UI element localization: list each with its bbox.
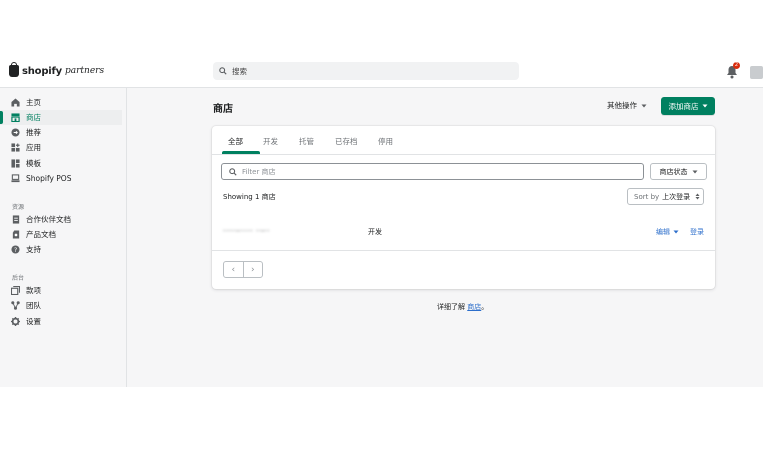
themes-icon — [10, 158, 21, 169]
learn-suffix: 。 — [481, 303, 489, 311]
store-type: 开发 — [368, 228, 382, 236]
gear-icon — [10, 316, 21, 327]
apps-icon — [10, 142, 21, 153]
caret-down-icon — [641, 104, 647, 107]
avatar[interactable] — [750, 66, 763, 79]
sidebar-item-payouts[interactable]: 款项 — [0, 283, 122, 298]
home-icon — [10, 97, 21, 108]
sidebar-item-label: 设置 — [26, 317, 41, 326]
store-status-button[interactable]: 商店状态 — [650, 163, 707, 180]
sidebar-item-themes[interactable]: 模板 — [0, 156, 122, 171]
page-bottom — [0, 387, 763, 450]
sidebar-item-label: 支持 — [26, 245, 41, 254]
chevron-right-icon: › — [250, 264, 255, 275]
resources-heading: 资源 — [12, 204, 25, 211]
learn-prefix: 详细了解 — [437, 303, 465, 311]
search-input[interactable]: 搜索 — [213, 62, 519, 80]
pagination: ‹ › — [223, 261, 263, 278]
document-icon — [10, 214, 21, 225]
active-tab-indicator — [222, 151, 260, 154]
product-doc-icon — [10, 229, 21, 240]
sort-label: Sort by — [634, 192, 660, 201]
result-count: Showing 1 商店 — [223, 193, 276, 201]
tab-archived[interactable]: 已存档 — [335, 136, 358, 147]
tab-development[interactable]: 开发 — [263, 136, 278, 147]
sidebar-item-label: 合作伙伴文档 — [26, 215, 71, 224]
tab-managed[interactable]: 托管 — [299, 136, 314, 147]
sidebar-item-label: 团队 — [26, 301, 41, 310]
backend-heading: 后台 — [12, 275, 25, 282]
stores-card: 全部 开发 托管 已存档 停用 Filter 商店 商店状态 Showing 1… — [212, 126, 715, 289]
add-store-label: 添加商店 — [668, 101, 699, 111]
tab-all[interactable]: 全部 — [228, 136, 243, 147]
filter-input[interactable]: Filter 商店 — [221, 163, 644, 180]
caret-down-icon — [673, 230, 679, 234]
login-link[interactable]: 登录 — [690, 227, 704, 237]
sort-select[interactable]: Sort by 上次登录 — [627, 188, 704, 205]
pos-icon — [10, 173, 21, 184]
sidebar-item-product-docs[interactable]: 产品文档 — [0, 227, 122, 242]
more-actions-label: 其他操作 — [607, 101, 637, 110]
store-tabs: 全部 开发 托管 已存档 停用 — [212, 126, 715, 155]
sidebar-item-stores[interactable]: 商店 — [0, 110, 122, 125]
notification-badge: 2 — [733, 62, 740, 69]
sidebar-item-support[interactable]: ? 支持 — [0, 242, 122, 257]
more-actions-button[interactable]: 其他操作 — [607, 100, 647, 111]
sidebar-item-settings[interactable]: 设置 — [0, 314, 122, 329]
page-title: 商店 — [213, 104, 233, 115]
payouts-icon — [10, 285, 21, 296]
tab-inactive[interactable]: 停用 — [378, 136, 393, 147]
shopify-bag-icon — [9, 62, 19, 77]
sidebar-item-label: 推荐 — [26, 128, 41, 137]
referral-icon — [10, 127, 21, 138]
sidebar-item-label: 模板 — [26, 159, 41, 168]
sidebar-item-label: Shopify POS — [26, 174, 72, 183]
edit-link[interactable]: 编辑 — [656, 227, 679, 237]
sidebar-item-pos[interactable]: Shopify POS — [0, 171, 122, 186]
search-icon — [229, 167, 237, 176]
store-name[interactable]: ·····-····· ··-·· — [223, 227, 270, 235]
shopify-partners-logo[interactable]: shopify partners — [9, 62, 105, 77]
sidebar: 主页 商店 推荐 应用 模板 Shopify POS 资源 合作伙伴文档 产品文… — [0, 88, 127, 387]
top-bar: shopify partners 搜索 2 — [0, 57, 763, 88]
team-icon — [10, 300, 21, 311]
sidebar-item-label: 主页 — [26, 98, 41, 107]
search-placeholder: 搜索 — [232, 66, 247, 76]
sort-arrows-icon — [695, 193, 700, 200]
sidebar-item-home[interactable]: 主页 — [0, 95, 122, 110]
svg-text:?: ? — [14, 247, 17, 254]
help-icon: ? — [10, 244, 21, 255]
chevron-left-icon: ‹ — [231, 264, 236, 275]
sidebar-item-label: 产品文档 — [26, 230, 56, 239]
sort-value: 上次登录 — [662, 192, 691, 201]
sidebar-item-label: 商店 — [26, 113, 41, 122]
store-icon — [10, 112, 21, 123]
learn-more-text: 详细了解 商店。 — [437, 302, 488, 312]
caret-down-icon — [702, 104, 707, 108]
previous-page-button[interactable]: ‹ — [224, 262, 244, 277]
caret-down-icon — [692, 170, 697, 173]
sidebar-item-apps[interactable]: 应用 — [0, 140, 122, 155]
edit-label: 编辑 — [656, 228, 670, 236]
add-store-button[interactable]: 添加商店 — [661, 97, 715, 115]
sidebar-item-label: 应用 — [26, 143, 41, 152]
sidebar-item-label: 款项 — [26, 286, 41, 295]
learn-more-link[interactable]: 商店 — [467, 303, 481, 311]
filter-placeholder: Filter 商店 — [242, 167, 276, 176]
sidebar-item-referrals[interactable]: 推荐 — [0, 125, 122, 140]
logo-suffix: partners — [65, 66, 105, 76]
store-status-label: 商店状态 — [659, 167, 688, 176]
next-page-button[interactable]: › — [244, 262, 263, 277]
search-icon — [219, 67, 227, 75]
sidebar-item-team[interactable]: 团队 — [0, 298, 122, 313]
sidebar-item-partner-docs[interactable]: 合作伙伴文档 — [0, 212, 122, 227]
logo-brand: shopify — [22, 65, 62, 77]
table-row[interactable]: ·····-····· ··-·· 开发 编辑 登录 — [212, 214, 715, 251]
